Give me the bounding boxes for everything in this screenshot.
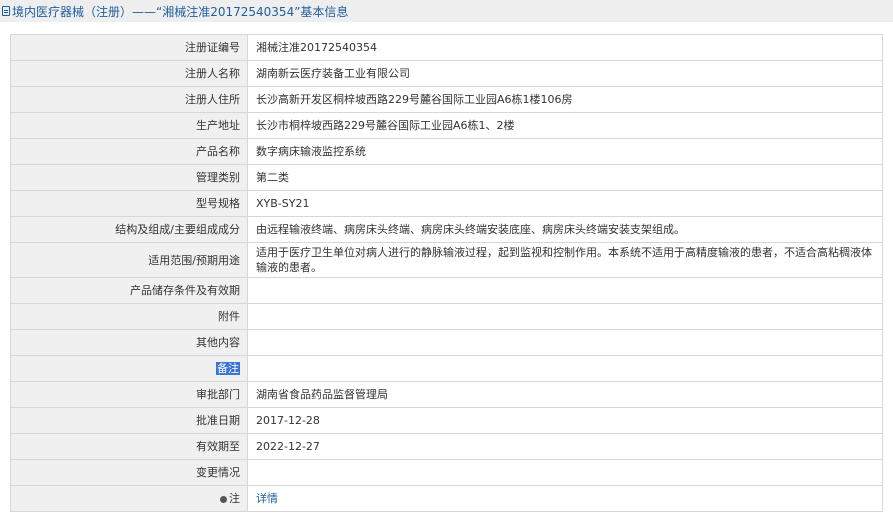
table-row: 注 详情	[10, 485, 883, 512]
row-label-model-spec: 型号规格	[10, 190, 248, 217]
table-row: 结构及组成/主要组成成分 由远程输液终端、病房床头终端、病房床头终端安装底座、病…	[10, 216, 883, 243]
table-row: 备注	[10, 355, 883, 382]
row-label-changes: 变更情况	[10, 459, 248, 486]
row-label-management-category: 管理类别	[10, 164, 248, 191]
table-row: 注册证编号 湘械注准20172540354	[10, 34, 883, 61]
table-row: 适用范围/预期用途 适用于医疗卫生单位对病人进行的静脉输液过程，起到监视和控制作…	[10, 242, 883, 278]
row-value-storage	[247, 277, 883, 304]
row-value-valid-until: 2022-12-27	[247, 433, 883, 460]
row-value-approval-department: 湖南省食品药品监督管理局	[247, 381, 883, 408]
pin-icon	[220, 496, 227, 503]
selected-text[interactable]: 备注	[216, 362, 240, 375]
row-value-management-category: 第二类	[247, 164, 883, 191]
row-value-registrant-name: 湖南新云医疗装备工业有限公司	[247, 60, 883, 87]
table-row: 附件	[10, 303, 883, 330]
document-icon	[2, 6, 10, 16]
row-value-other	[247, 329, 883, 356]
table-row: 管理类别 第二类	[10, 164, 883, 191]
row-label-attachments: 附件	[10, 303, 248, 330]
row-label-registrant-name: 注册人名称	[10, 60, 248, 87]
row-value-product-name: 数字病床输液监控系统	[247, 138, 883, 165]
row-value-structure: 由远程输液终端、病房床头终端、病房床头终端安装底座、病房床头终端安装支架组成。	[247, 216, 883, 243]
info-table: 注册证编号 湘械注准20172540354 注册人名称 湖南新云医疗装备工业有限…	[10, 34, 883, 512]
row-label-note: 注	[10, 485, 248, 512]
table-row: 产品储存条件及有效期	[10, 277, 883, 304]
row-label-approval-department: 审批部门	[10, 381, 248, 408]
details-link[interactable]: 详情	[256, 492, 278, 505]
table-row: 生产地址 长沙市桐梓坡西路229号麓谷国际工业园A6栋1、2楼	[10, 112, 883, 139]
table-row: 其他内容	[10, 329, 883, 356]
row-label-remarks: 备注	[10, 355, 248, 382]
row-value-note: 详情	[247, 485, 883, 512]
row-label-registration-number: 注册证编号	[10, 34, 248, 61]
row-label-registrant-address: 注册人住所	[10, 86, 248, 113]
row-value-registrant-address: 长沙高新开发区桐梓坡西路229号麓谷国际工业园A6栋1楼106房	[247, 86, 883, 113]
row-label-storage: 产品储存条件及有效期	[10, 277, 248, 304]
table-row: 注册人住所 长沙高新开发区桐梓坡西路229号麓谷国际工业园A6栋1楼106房	[10, 86, 883, 113]
row-value-remarks	[247, 355, 883, 382]
row-label-intended-use: 适用范围/预期用途	[10, 242, 248, 278]
row-label-approval-date: 批准日期	[10, 407, 248, 434]
row-value-approval-date: 2017-12-28	[247, 407, 883, 434]
row-label-product-name: 产品名称	[10, 138, 248, 165]
table-row: 有效期至 2022-12-27	[10, 433, 883, 460]
table-row: 变更情况	[10, 459, 883, 486]
row-value-production-address: 长沙市桐梓坡西路229号麓谷国际工业园A6栋1、2楼	[247, 112, 883, 139]
page-title: 境内医疗器械（注册）——“湘械注准20172540354”基本信息	[12, 4, 349, 19]
page-header: 境内医疗器械（注册）——“湘械注准20172540354”基本信息	[0, 0, 893, 22]
table-row: 型号规格 XYB-SY21	[10, 190, 883, 217]
note-label: 注	[229, 492, 240, 505]
row-label-production-address: 生产地址	[10, 112, 248, 139]
row-value-registration-number: 湘械注准20172540354	[247, 34, 883, 61]
row-label-structure: 结构及组成/主要组成成分	[10, 216, 248, 243]
row-value-intended-use: 适用于医疗卫生单位对病人进行的静脉输液过程，起到监视和控制作用。本系统不适用于高…	[247, 242, 883, 278]
table-row: 审批部门 湖南省食品药品监督管理局	[10, 381, 883, 408]
row-label-valid-until: 有效期至	[10, 433, 248, 460]
row-value-attachments	[247, 303, 883, 330]
row-value-changes	[247, 459, 883, 486]
table-row: 产品名称 数字病床输液监控系统	[10, 138, 883, 165]
row-value-model-spec: XYB-SY21	[247, 190, 883, 217]
table-row: 注册人名称 湖南新云医疗装备工业有限公司	[10, 60, 883, 87]
row-label-other: 其他内容	[10, 329, 248, 356]
table-row: 批准日期 2017-12-28	[10, 407, 883, 434]
